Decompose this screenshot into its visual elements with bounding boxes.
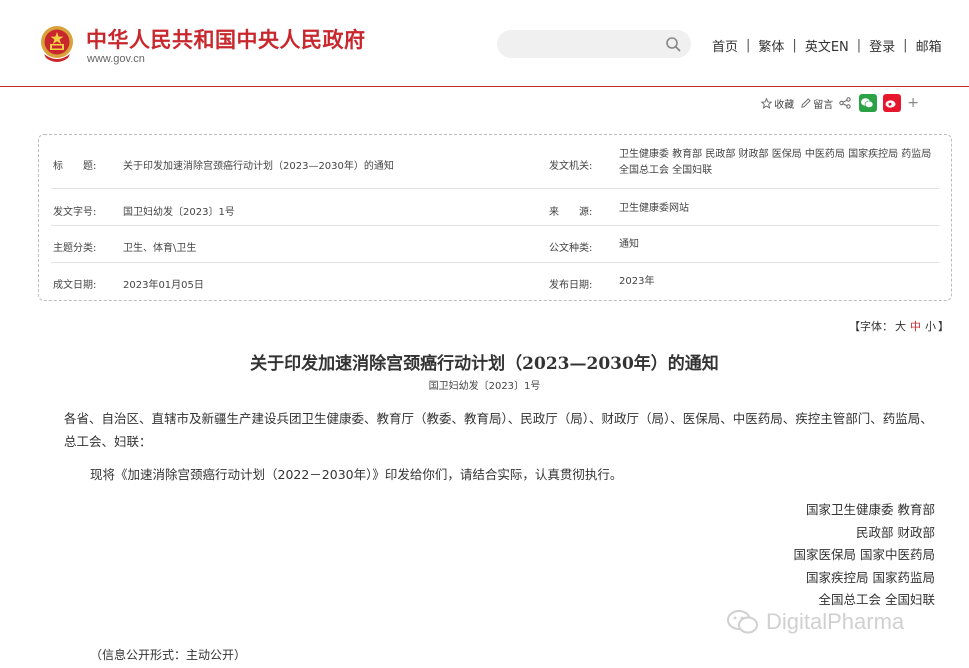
info-disclosure: （信息公开形式：主动公开） [90,648,247,662]
type-value: 通知 [619,239,639,250]
issuer-value: 卫生健康委 教育部 民政部 财政部 医保局 中医药局 国家疾控局 药监局 全国总… [619,149,932,176]
type-label: 公文种类: [549,243,593,254]
meta-row: 标 题: 关于印发加速消除宫颈癌行动计划（2023—2030年）的通知 发文机关… [51,135,939,189]
document-number: 国卫妇幼发〔2023〕1号 [428,381,541,392]
site-header: 中华人民共和国中央人民政府 www.gov.cn 首页 | 繁体 | 英文EN … [0,0,969,87]
pubdate-label: 发布日期: [549,280,593,291]
font-size-switcher: 【字体：大中小】 [849,318,949,334]
document-body: 现将《加速消除宫颈癌行动计划（2022－2030年）》印发给你们，请结合实际，认… [90,467,623,482]
topic-value: 卫生、体育\卫生 [123,243,197,254]
font-size-medium[interactable]: 中 [910,320,921,333]
nav-english[interactable]: 英文EN [805,36,849,55]
nav-divider: | [856,38,862,53]
source-value: 卫生健康委网站 [619,203,689,214]
nav-divider: | [792,38,797,53]
weibo-icon [883,94,902,112]
document-addressee: 各省、自治区、直辖市及新疆生产建设兵团卫生健康委、教育厅（教委、教育局）、民政厅… [64,411,933,449]
font-size-prefix: 【字体： [849,320,893,333]
docno-value: 国卫妇幼发〔2023〕1号 [123,207,235,218]
site-url[interactable]: www.gov.cn [87,53,145,65]
issuer-label: 发文机关: [549,161,593,172]
font-size-suffix: 】 [938,320,949,333]
nav-divider: | [903,38,908,53]
star-icon [761,97,773,109]
topic-label: 主题分类: [53,243,97,254]
plus-icon[interactable]: + [907,95,919,111]
weibo-share-button[interactable] [883,94,902,112]
top-nav: 首页 | 繁体 | 英文EN | 登录 | 邮箱 [712,36,942,55]
search-input[interactable] [511,34,651,54]
favorite-label: 收藏 [774,99,795,111]
signature-line: 国家医保局 国家中医药局 [793,547,935,562]
national-emblem-icon [41,26,73,62]
comment-icon [801,97,811,108]
search-box[interactable] [497,30,691,58]
nav-traditional[interactable]: 繁体 [758,36,784,55]
nav-divider: | [746,38,751,53]
document-metadata: 标 题: 关于印发加速消除宫颈癌行动计划（2023—2030年）的通知 发文机关… [38,134,952,301]
title-value: 关于印发加速消除宫颈癌行动计划（2023—2030年）的通知 [123,161,394,172]
font-size-small[interactable]: 小 [925,320,936,333]
nav-home[interactable]: 首页 [712,36,738,55]
search-icon[interactable] [665,36,681,52]
comment-button[interactable]: 留言 [800,96,833,111]
watermark: DigitalPharma [726,608,904,636]
signature-line: 民政部 财政部 [856,525,935,540]
favorite-button[interactable]: 收藏 [761,96,794,111]
share-button[interactable] [839,97,853,109]
docno-label: 发文字号: [53,207,97,218]
date-label: 成文日期: [53,280,97,291]
site-title[interactable]: 中华人民共和国中央人民政府 [86,24,366,54]
nav-login[interactable]: 登录 [869,36,895,55]
signature-line: 国家疾控局 国家药监局 [806,570,935,585]
meta-row: 主题分类: 卫生、体育\卫生 公文种类: 通知 [51,226,939,263]
meta-row: 发文字号: 国卫妇幼发〔2023〕1号 来 源: 卫生健康委网站 [51,189,939,226]
watermark-text: DigitalPharma [766,609,905,634]
signature-line: 国家卫生健康委 教育部 [806,502,935,517]
source-label: 来 源: [549,207,593,218]
wechat-icon [859,94,878,112]
pubdate-value: 2023年 [619,276,655,287]
title-label: 标 题: [53,161,97,172]
comment-label: 留言 [813,99,834,111]
nav-mail[interactable]: 邮箱 [916,36,942,55]
share-icon [839,97,851,109]
meta-row: 成文日期: 2023年01月05日 发布日期: 2023年 [51,263,939,300]
wechat-share-button[interactable] [859,94,878,112]
date-value: 2023年01月05日 [123,280,204,291]
signature-line: 全国总工会 全国妇联 [818,592,935,607]
share-bar: 收藏 留言 + [755,94,919,112]
wechat-watermark-icon [727,610,758,634]
document-title: 关于印发加速消除宫颈癌行动计划（2023—2030年）的通知 [250,354,719,374]
font-size-large[interactable]: 大 [895,320,906,333]
